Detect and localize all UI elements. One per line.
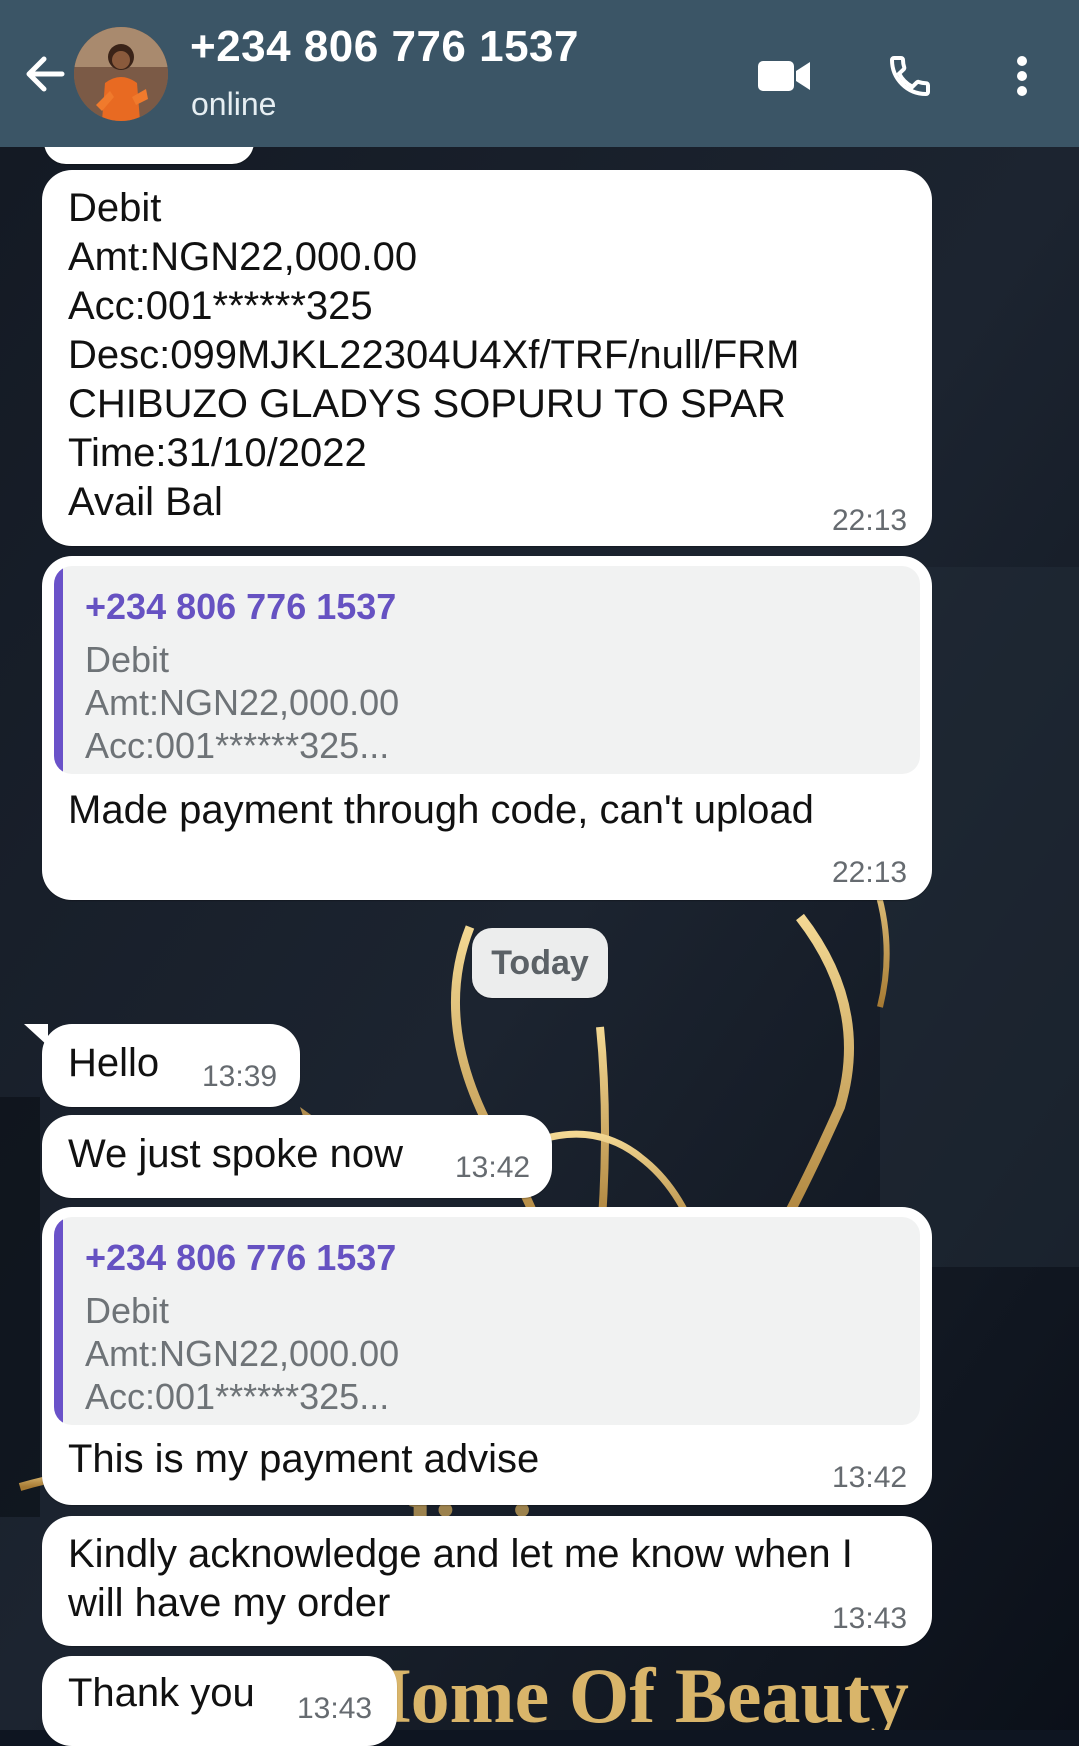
phone-icon [889, 56, 930, 97]
bubble-tail [24, 1024, 48, 1046]
message-time: 13:42 [832, 1461, 908, 1494]
message-text: This is my payment advise [68, 1437, 540, 1481]
message-time: 13:42 [455, 1151, 531, 1184]
message-text: We just spoke now [68, 1132, 403, 1176]
more-options-button[interactable] [992, 46, 1052, 106]
message-time: 22:13 [832, 856, 908, 889]
video-camera-icon [758, 61, 810, 91]
message-time: 13:43 [297, 1692, 373, 1725]
quote-text: Debit Amt:NGN22,000.00 Acc:001******325.… [85, 1290, 400, 1417]
contact-status: online [191, 86, 277, 122]
quote-author: +234 806 776 1537 [85, 1237, 397, 1278]
quote-accent-bar [54, 566, 63, 774]
message-bubble[interactable]: Kindly acknowledge and let me know when … [42, 1516, 932, 1646]
arrow-left-icon [26, 56, 65, 92]
message-text: Debit Amt:NGN22,000.00 Acc:001******325 … [68, 186, 800, 524]
message-text: Made payment through code, can't upload [68, 788, 814, 832]
message-text: Kindly acknowledge and let me know when … [68, 1532, 853, 1625]
message-bubble[interactable]: Debit Amt:NGN22,000.00 Acc:001******325 … [42, 170, 932, 546]
quote-accent-bar [54, 1217, 63, 1425]
message-bubble[interactable]: We just spoke now 13:42 [42, 1115, 552, 1198]
more-vertical-icon [1017, 56, 1027, 96]
message-time: 13:39 [202, 1060, 278, 1093]
quoted-message[interactable]: +234 806 776 1537 Debit Amt:NGN22,000.00… [54, 566, 920, 774]
reply-message-bubble[interactable]: +234 806 776 1537 Debit Amt:NGN22,000.00… [42, 1207, 932, 1505]
message-time: 22:13 [832, 504, 908, 537]
message-text: Hello [68, 1041, 160, 1085]
reply-message-bubble[interactable]: +234 806 776 1537 Debit Amt:NGN22,000.00… [42, 556, 932, 900]
voice-call-button[interactable] [880, 46, 940, 106]
message-bubble[interactable]: Hello 13:39 [24, 1024, 300, 1107]
message-text: Thank you [68, 1671, 255, 1715]
wallpaper-brand-text: Home Of Beauty [350, 1652, 909, 1730]
video-call-button[interactable] [754, 46, 814, 106]
contact-avatar[interactable] [74, 27, 168, 121]
message-bubble[interactable]: Thank you 13:43 [42, 1656, 397, 1746]
quote-text: Debit Amt:NGN22,000.00 Acc:001******325.… [85, 639, 400, 766]
message-time: 13:43 [832, 1602, 908, 1635]
back-button[interactable] [14, 44, 74, 104]
quote-author: +234 806 776 1537 [85, 586, 397, 627]
contact-name[interactable]: +234 806 776 1537 [190, 22, 579, 72]
chat-header: +234 806 776 1537 online [0, 0, 1079, 147]
quoted-message[interactable]: +234 806 776 1537 Debit Amt:NGN22,000.00… [54, 1217, 920, 1425]
date-separator: Today [472, 928, 608, 998]
avatar-image [74, 27, 168, 121]
